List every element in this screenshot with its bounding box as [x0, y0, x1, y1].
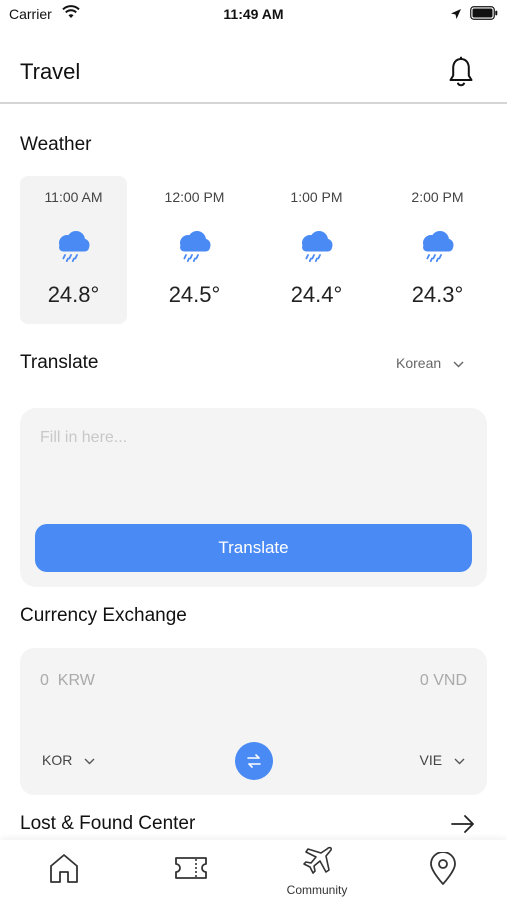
- chevron-down-icon: [84, 752, 95, 768]
- weather-time: 11:00 AM: [44, 189, 103, 205]
- bottom-tab-bar: Community: [0, 840, 507, 900]
- weather-section-title: Weather: [20, 134, 92, 155]
- currency-to-country: VIE: [419, 752, 443, 768]
- weather-forecast-list: 11:00 AM 24.8° 12:00 PM 24.5° 1:00 PM 24…: [20, 176, 487, 324]
- translate-input[interactable]: [40, 426, 460, 450]
- swap-arrows-icon: [247, 754, 261, 768]
- status-bar: Carrier 11:49 AM: [0, 0, 507, 30]
- ticket-icon: [175, 857, 207, 879]
- weather-temperature: 24.5°: [168, 282, 221, 307]
- currency-from-amount[interactable]: 0 KRW: [40, 672, 95, 690]
- chevron-down-icon: [454, 752, 465, 768]
- translate-button[interactable]: Translate: [35, 524, 472, 572]
- location-arrow-icon: [450, 7, 462, 25]
- tab-home[interactable]: [1, 840, 127, 900]
- currency-from-country: KOR: [42, 752, 73, 768]
- bell-icon[interactable]: [446, 56, 476, 93]
- weather-time: 12:00 PM: [164, 189, 225, 205]
- weather-time: 2:00 PM: [411, 189, 464, 205]
- weather-temperature: 24.8°: [47, 282, 100, 307]
- tab-community-label: Community: [286, 883, 348, 897]
- airplane-icon: [303, 846, 332, 874]
- translate-section-title: Translate: [20, 352, 99, 373]
- chevron-down-icon: [453, 355, 464, 371]
- translate-panel: Translate: [20, 408, 487, 587]
- weather-card[interactable]: 2:00 PM 24.3°: [384, 176, 491, 324]
- weather-temperature: 24.4°: [290, 282, 343, 307]
- currency-panel: 0 KRW 0 VND KOR VIE: [20, 648, 487, 795]
- weather-card[interactable]: 11:00 AM 24.8°: [20, 176, 127, 324]
- rain-cloud-icon: [297, 230, 335, 267]
- rain-cloud-icon: [54, 230, 92, 267]
- currency-section-title: Currency Exchange: [20, 605, 187, 626]
- tab-community[interactable]: Community: [254, 840, 380, 900]
- currency-to-amount[interactable]: 0 VND: [420, 672, 467, 690]
- app-header: Travel: [0, 40, 507, 104]
- currency-to-selector[interactable]: VIE: [420, 752, 465, 768]
- weather-card[interactable]: 12:00 PM 24.5°: [141, 176, 248, 324]
- weather-card[interactable]: 1:00 PM 24.4°: [263, 176, 370, 324]
- clock: 11:49 AM: [223, 6, 284, 22]
- home-icon: [50, 854, 78, 883]
- rain-cloud-icon: [418, 230, 456, 267]
- battery-icon: [470, 6, 498, 25]
- lost-found-title: Lost & Found Center: [20, 813, 196, 834]
- map-pin-icon: [430, 852, 456, 885]
- language-dropdown-label: Korean: [396, 355, 442, 371]
- weather-temperature: 24.3°: [411, 282, 464, 307]
- page-title: Travel: [20, 59, 81, 84]
- lost-found-row[interactable]: Lost & Found Center: [0, 808, 507, 842]
- currency-from-selector[interactable]: KOR: [42, 752, 95, 768]
- weather-time: 1:00 PM: [290, 189, 343, 205]
- rain-cloud-icon: [175, 230, 213, 267]
- arrow-right-icon[interactable]: [450, 814, 476, 839]
- tab-tickets[interactable]: [127, 840, 253, 900]
- swap-currency-button[interactable]: [235, 742, 273, 780]
- language-dropdown[interactable]: Korean: [396, 355, 464, 371]
- tab-map[interactable]: [380, 840, 506, 900]
